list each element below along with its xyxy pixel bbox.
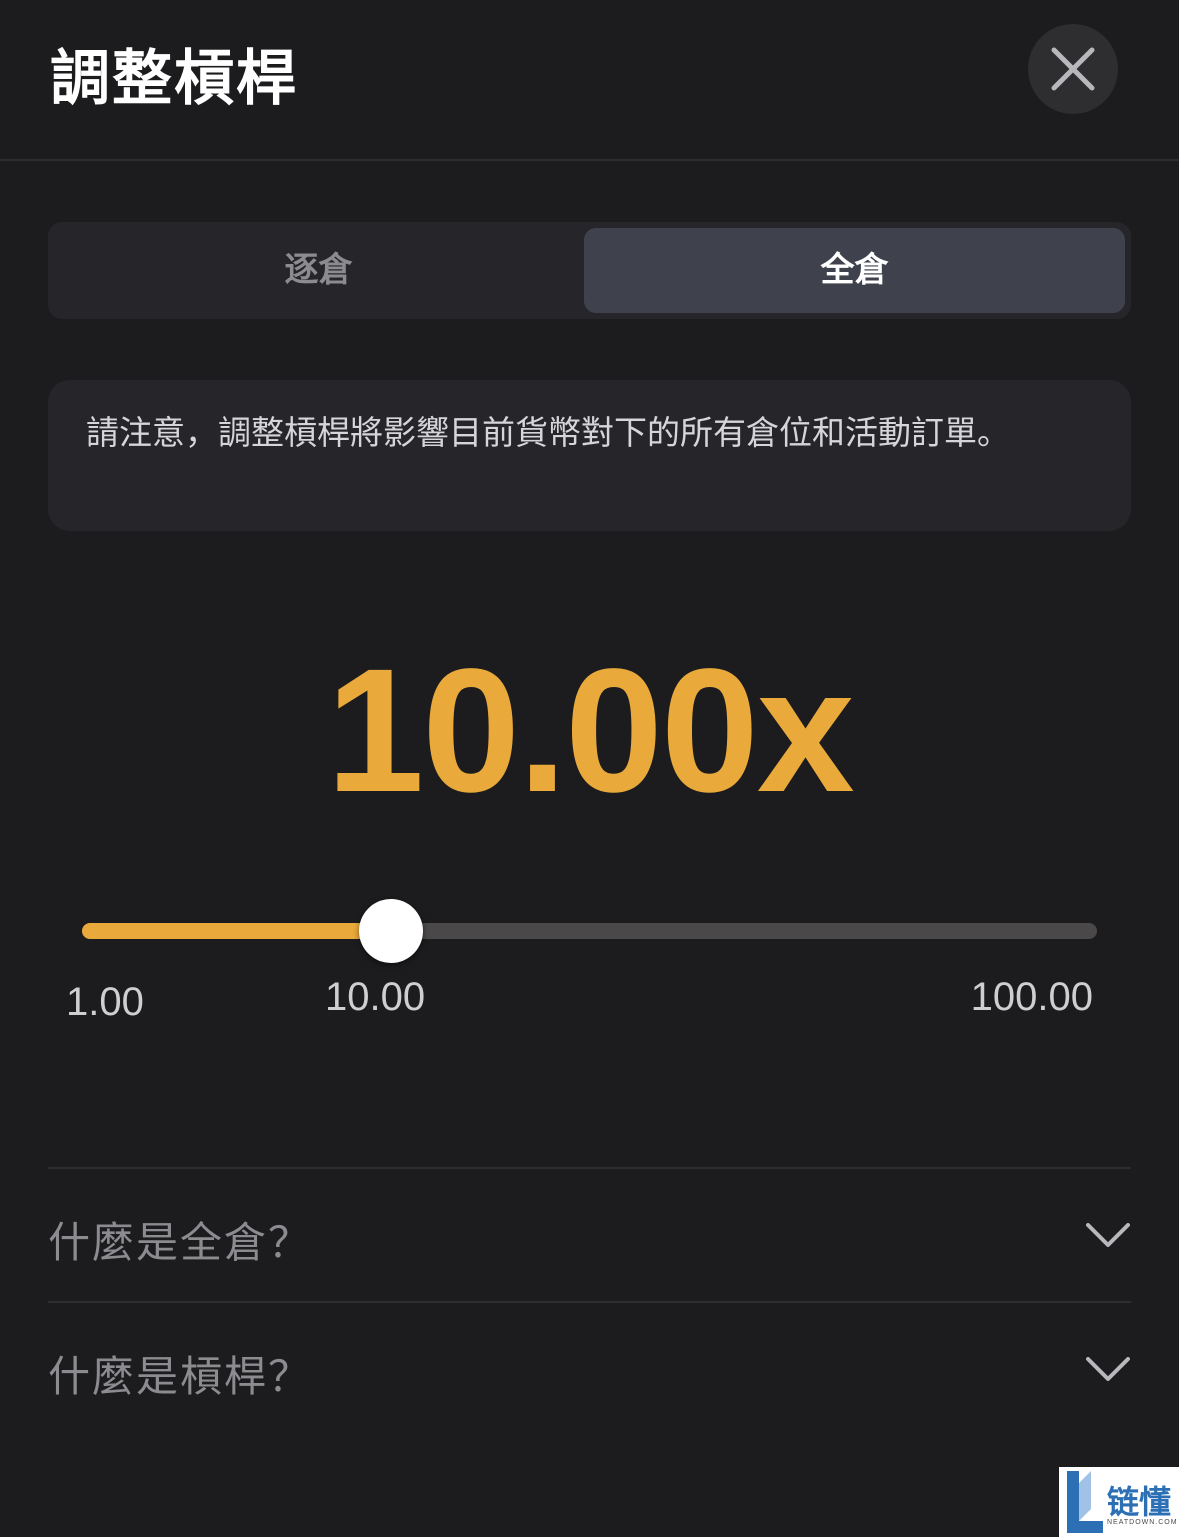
leverage-value: 10.00x bbox=[326, 633, 854, 829]
notice-text: 請注意，調整槓桿將影響目前貨幣對下的所有倉位和活動訂單。 bbox=[86, 413, 1010, 452]
slider-current-label: 10.00 bbox=[325, 975, 426, 1019]
watermark-logo: 链懂 NEATDOWN.COM bbox=[1059, 1467, 1179, 1537]
faq-label: 什麼是全倉？ bbox=[48, 1218, 313, 1267]
chevron-down-icon[interactable] bbox=[1085, 1355, 1131, 1383]
watermark-domain: NEATDOWN.COM bbox=[1107, 1519, 1178, 1526]
adjust-leverage-sheet: 調整槓桿 逐倉 全倉 請注意，調整槓桿將影響目前貨幣對下的所有倉位和活動訂單。 … bbox=[0, 0, 1179, 1537]
faq-item-leverage[interactable]: 什麼是槓桿？ bbox=[48, 1303, 1131, 1435]
sheet-header: 調整槓桿 bbox=[0, 0, 1179, 161]
logo-mark-icon bbox=[1067, 1471, 1103, 1533]
slider-max-label: 100.00 bbox=[970, 975, 1093, 1019]
faq-item-cross-margin[interactable]: 什麼是全倉？ bbox=[48, 1169, 1131, 1301]
header-divider bbox=[0, 159, 1179, 161]
tab-isolated[interactable]: 逐倉 bbox=[48, 228, 589, 313]
page-title: 調整槓桿 bbox=[50, 44, 298, 114]
slider-thumb[interactable] bbox=[358, 899, 423, 963]
watermark-brand: 链懂 bbox=[1107, 1483, 1172, 1521]
faq-label: 什麼是槓桿？ bbox=[48, 1352, 313, 1401]
notice-box: 請注意，調整槓桿將影響目前貨幣對下的所有倉位和活動訂單。 bbox=[48, 380, 1131, 531]
leverage-slider[interactable] bbox=[82, 899, 1097, 964]
tab-cross[interactable]: 全倉 bbox=[584, 228, 1125, 313]
close-button[interactable] bbox=[1028, 24, 1118, 114]
chevron-down-icon[interactable] bbox=[1085, 1221, 1131, 1249]
slider-fill bbox=[82, 923, 391, 939]
margin-mode-switch: 逐倉 全倉 bbox=[48, 222, 1131, 319]
slider-min-label: 1.00 bbox=[66, 980, 144, 1024]
close-icon bbox=[1051, 47, 1095, 91]
